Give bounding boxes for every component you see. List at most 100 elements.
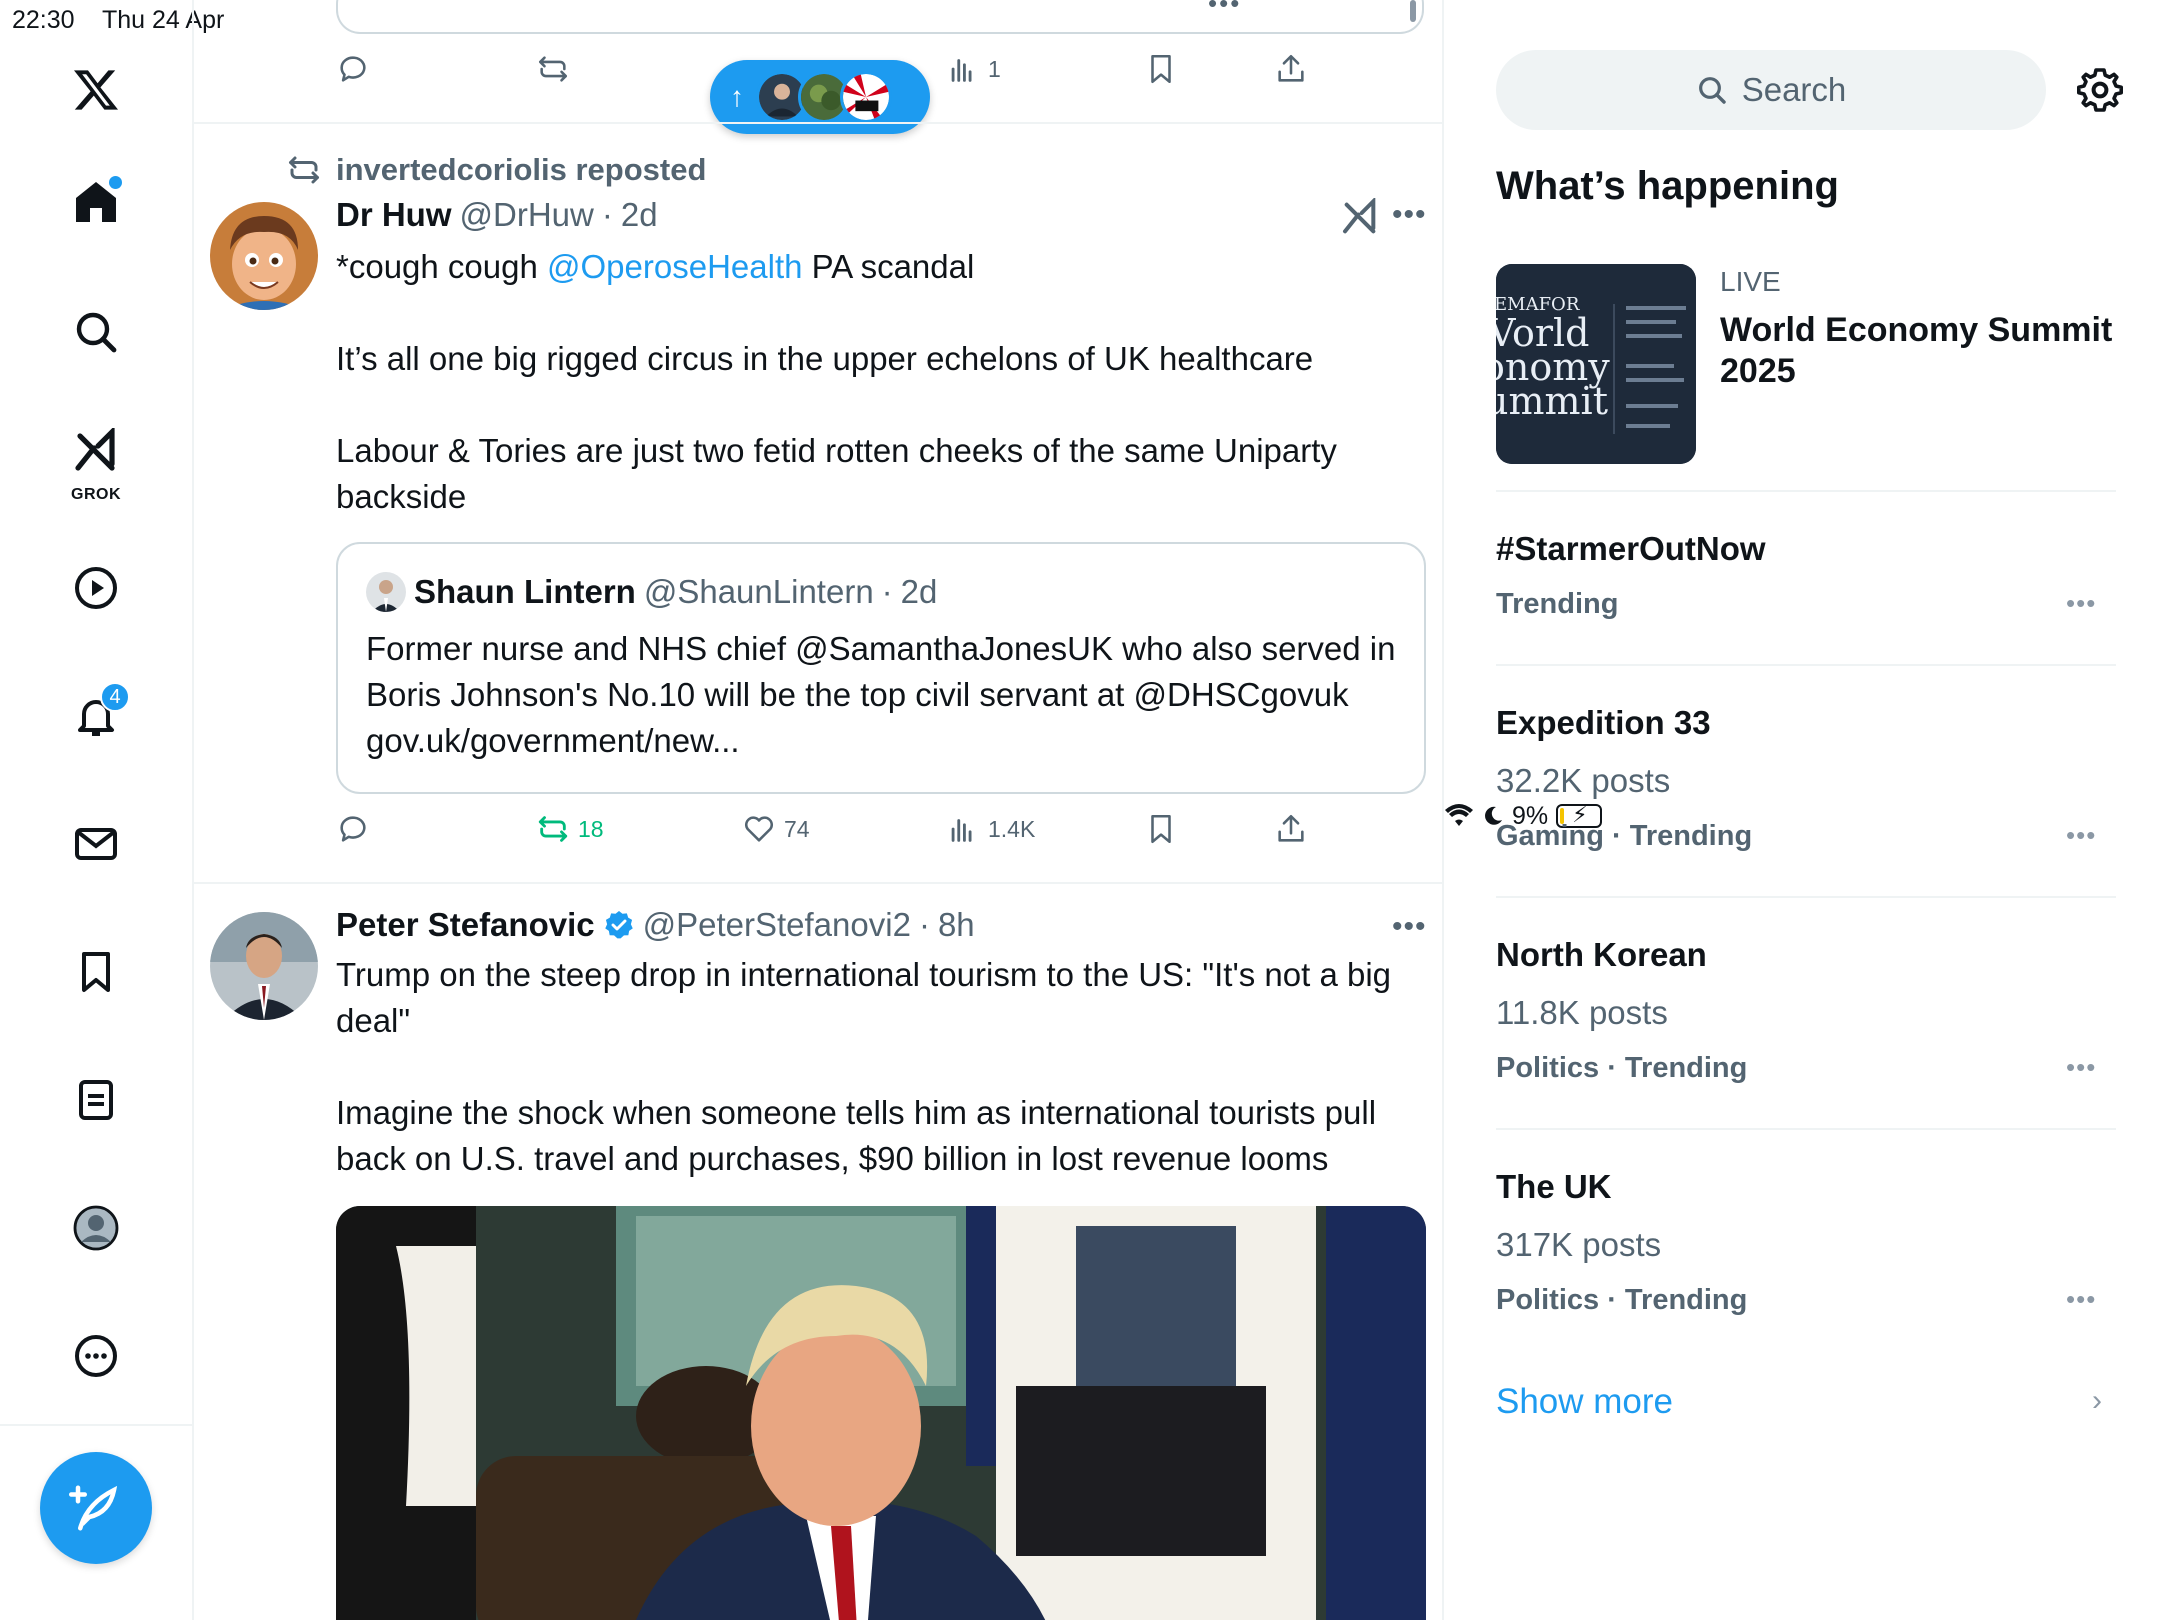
trend-more-icon[interactable]: ••• [2066, 588, 2096, 619]
previous-tweet-media-card[interactable]: ••• [336, 0, 1424, 34]
up-arrow-icon: ↑ [730, 81, 744, 112]
x-logo-icon[interactable] [62, 56, 130, 124]
tweet-header: Dr Huw @DrHuw · 2d [336, 196, 658, 234]
nav-explore[interactable] [62, 298, 130, 366]
mention-link[interactable]: @OperoseHealth [547, 248, 802, 285]
grok-label: GROK [71, 486, 121, 503]
notification-badge: 4 [100, 682, 130, 712]
views-count: 1 [988, 55, 1001, 82]
nav-notifications[interactable]: 4 [62, 682, 130, 750]
settings-gear-icon[interactable] [2076, 66, 2124, 114]
timeline-feed: ••• 1 ↑ invertedcoriolis reposted Dr Huw… [194, 0, 1444, 1620]
nav-video[interactable] [62, 554, 130, 622]
repost-button[interactable]: 18 [536, 812, 604, 846]
search-icon [76, 312, 117, 353]
reply-button[interactable] [336, 812, 370, 846]
nav-messages[interactable] [62, 810, 130, 878]
tweet-more-icon[interactable]: ••• [1392, 198, 1427, 232]
trend-meta: Politics · Trending [1496, 1052, 1748, 1084]
live-event-image[interactable]: EMAFOR Vorld onomy ummit [1496, 264, 1696, 464]
trend-divider [1496, 664, 2116, 666]
nav-profile[interactable] [62, 1194, 130, 1262]
compose-button[interactable] [40, 1452, 152, 1564]
share-icon [1278, 814, 1304, 842]
trend-name[interactable]: The UK [1496, 1168, 1612, 1206]
avatar[interactable] [210, 202, 318, 310]
quote-author-name[interactable]: Shaun Lintern [414, 573, 636, 611]
share-button[interactable] [1274, 52, 1308, 86]
tweet-header: Peter Stefanovic @PeterStefanovi2 · 8h [336, 906, 975, 944]
views-bars-icon [951, 819, 972, 842]
avatar[interactable] [210, 912, 318, 1020]
like-count: 74 [784, 815, 810, 842]
tweet-divider [194, 882, 1442, 884]
repost-icon [538, 56, 568, 82]
scrollbar[interactable] [1410, 0, 1416, 22]
tweet-time[interactable]: 2d [621, 196, 658, 234]
tweet-actions: 18 74 1.4K [336, 812, 1336, 862]
bookmark-button[interactable] [1144, 52, 1178, 86]
trend-more-icon[interactable]: ••• [2066, 1284, 2096, 1315]
quote-header: Shaun Lintern @ShaunLintern · 2d [366, 572, 937, 612]
compose-feather-icon [69, 1485, 118, 1531]
tweet-text: Trump on the steep drop in international… [336, 956, 1392, 1177]
tweet-divider [194, 122, 1442, 124]
video-thumbnail [336, 1206, 1426, 1620]
grok-icon [75, 428, 115, 471]
trend-divider [1496, 1128, 2116, 1130]
home-unread-dot [109, 176, 122, 189]
live-label: LIVE [1720, 266, 1781, 297]
tweet-time[interactable]: 8h [938, 906, 975, 944]
list-icon [79, 1080, 113, 1120]
trend-divider [1496, 896, 2116, 898]
show-more-link[interactable]: Show more [1496, 1382, 1673, 1422]
views-button[interactable]: 1.4K [946, 812, 1035, 846]
share-button[interactable] [1274, 812, 1308, 846]
nav-more[interactable] [62, 1322, 130, 1390]
author-handle[interactable]: @PeterStefanovi2 [643, 906, 911, 944]
separator-dot: · [601, 196, 613, 233]
trend-posts: 317K posts [1496, 1226, 1662, 1263]
mail-icon [75, 828, 117, 860]
repost-context-text[interactable]: invertedcoriolis reposted [336, 152, 706, 188]
views-bars-icon [951, 59, 972, 82]
repost-icon [289, 156, 319, 184]
new-post-avatar [840, 71, 892, 123]
repost-button[interactable] [536, 52, 570, 86]
more-dots-icon[interactable]: ••• [1208, 0, 1241, 19]
trend-posts: 11.8K posts [1496, 994, 1668, 1031]
grok-explain-icon[interactable] [1340, 198, 1380, 238]
trend-more-icon[interactable]: ••• [2066, 1052, 2096, 1083]
trend-name[interactable]: Expedition 33 [1496, 704, 1711, 742]
reply-button[interactable] [336, 52, 370, 86]
tweet-video-media[interactable] [336, 1206, 1426, 1620]
bookmark-button[interactable] [1144, 812, 1178, 846]
author-name[interactable]: Dr Huw [336, 196, 452, 234]
reply-icon [340, 56, 366, 82]
photo-avatar [210, 912, 318, 1020]
quote-avatar[interactable] [366, 572, 406, 612]
views-button[interactable]: 1 [946, 52, 1001, 86]
nav-grok[interactable]: GROK [62, 420, 130, 503]
trend-more-icon[interactable]: ••• [2066, 820, 2096, 851]
bookmark-icon [1151, 54, 1171, 84]
author-name[interactable]: Peter Stefanovic [336, 906, 595, 944]
trend-name[interactable]: #StarmerOutNow [1496, 530, 1766, 568]
quote-tweet[interactable]: Shaun Lintern @ShaunLintern · 2d Former … [336, 542, 1426, 794]
quote-author-handle[interactable]: @ShaunLintern [644, 573, 874, 611]
nav-bookmarks[interactable] [62, 938, 130, 1006]
nav-divider [0, 1424, 194, 1426]
chevron-right-icon[interactable]: › [2092, 1384, 2102, 1418]
nav-lists[interactable] [62, 1066, 130, 1134]
search-icon [1698, 77, 1726, 104]
nav-home[interactable] [62, 168, 130, 236]
trend-name[interactable]: North Korean [1496, 936, 1707, 974]
search-input[interactable]: Search [1496, 50, 2046, 130]
image-text: ummit [1496, 379, 1608, 423]
right-sidebar: Search What’s happening EMAFOR Vorld ono… [1444, 0, 2160, 1620]
reply-icon [340, 816, 366, 842]
tweet-more-icon[interactable]: ••• [1392, 910, 1427, 944]
author-handle[interactable]: @DrHuw [460, 196, 594, 234]
live-event-title[interactable]: World Economy Summit 2025 [1720, 310, 2120, 392]
like-button[interactable]: 74 [742, 812, 810, 846]
